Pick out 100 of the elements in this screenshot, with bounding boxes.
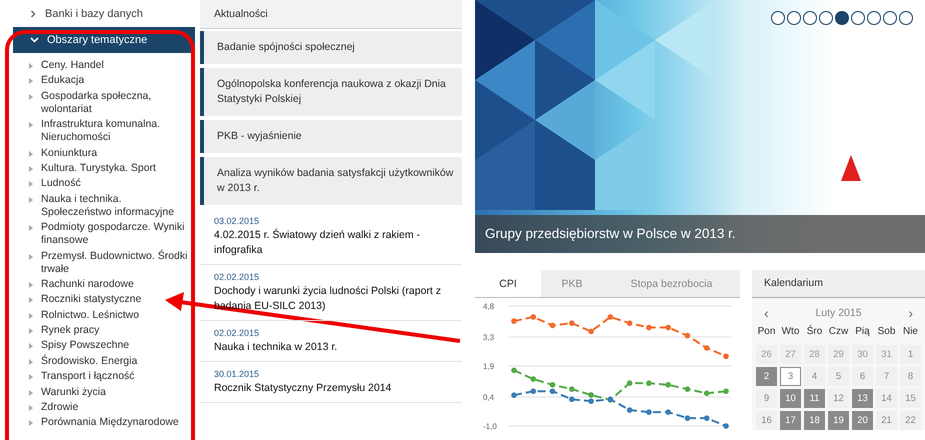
category-link[interactable]: Rolnictwo. Leśnictwo [41, 308, 140, 322]
point [608, 314, 614, 320]
slide-dot[interactable] [771, 11, 785, 25]
slide-dot[interactable] [835, 11, 849, 25]
axis-tick-label: -1,0 [483, 422, 497, 431]
category-link[interactable]: Transport i łączność [41, 370, 135, 384]
slide-caption[interactable]: Grupy przedsiębiorstw w Polsce w 2013 r. [475, 215, 925, 253]
triangle-bullet-icon [29, 420, 33, 426]
calendar-day[interactable]: 11 [804, 389, 825, 408]
chevron-down-icon [30, 36, 39, 44]
news-link[interactable]: Rocznik Statystyczny Przemysłu 2014 [214, 381, 454, 396]
category-link[interactable]: Kultura. Turystyka. Sport [41, 162, 156, 175]
category-link[interactable]: Podmioty gospodarcze. Wyniki finansowe [41, 221, 195, 248]
triangle-bullet-icon [29, 63, 33, 69]
triangle-bullet-icon [29, 94, 33, 100]
category-link[interactable]: Edukacja [41, 74, 84, 88]
calendar-day[interactable]: 2 [756, 367, 777, 386]
triangle-bullet-icon [29, 122, 33, 128]
category-link[interactable]: Rachunki narodowe [41, 278, 134, 291]
category-link[interactable]: Nauka i technika. Społeczeństwo informacyjne [41, 192, 195, 219]
category-link[interactable]: Środowisko. Energia [41, 354, 138, 368]
point [646, 409, 652, 415]
chevron-right-icon [29, 10, 37, 18]
point [550, 388, 556, 394]
triangle-bullet-icon [29, 358, 33, 365]
slide-dot[interactable] [883, 11, 897, 25]
point [684, 386, 690, 392]
slide-dot[interactable] [819, 11, 833, 25]
triangle-bullet-icon [29, 225, 33, 232]
category-link[interactable]: Porównania Międzynarodowe [41, 416, 179, 430]
calendar-day[interactable]: 13 [852, 389, 873, 408]
news-date: 03.02.2015 [214, 216, 260, 226]
point [665, 324, 671, 330]
category-link[interactable]: Przemysł. Budownictwo. Środki trwałe [41, 250, 195, 276]
category-link[interactable]: Roczniki statystyczne [41, 293, 142, 306]
point [646, 324, 652, 330]
news-link[interactable]: 4.02.2015 r. Światowy dzień walki z rakiem - infografika [214, 228, 454, 258]
point [530, 376, 536, 382]
triangle-bullet-icon [29, 374, 33, 380]
featured-news-link[interactable]: PKB - wyjaśnienie [200, 120, 462, 153]
point [511, 392, 517, 398]
calendar-day[interactable]: 19 [828, 411, 849, 430]
slide-dot[interactable] [867, 11, 881, 25]
point [530, 314, 536, 320]
next-month-button[interactable]: › [904, 305, 917, 321]
triangle-bullet-icon [29, 390, 33, 396]
point [723, 423, 729, 429]
triangle-bullet-icon [29, 166, 33, 172]
category-link[interactable]: Spisy Powszechne [41, 339, 130, 352]
weekday-label: Wto [780, 326, 800, 339]
featured-news-link[interactable]: Badanie spójności społecznej [200, 31, 462, 64]
news-header: Aktualności [200, 0, 462, 29]
point [588, 328, 594, 334]
triangle-bullet-icon [29, 254, 33, 260]
point [704, 390, 710, 396]
link-label: Banki i bazy danych [45, 8, 143, 20]
point [723, 353, 729, 360]
calendar-day[interactable]: 17 [780, 411, 801, 430]
triangle-bullet-icon [29, 312, 33, 319]
slide-dot[interactable] [899, 11, 913, 25]
weekday-label: Pią [854, 326, 871, 339]
calendar-day[interactable]: 20 [852, 411, 873, 430]
featured-news-link[interactable]: Ogólnopolska konferencja naukowa z okazji Dnia Statystyki Polskiej [200, 68, 462, 116]
calendar-header: Kalendarium [752, 270, 925, 298]
category-link[interactable]: Zdrowie [41, 401, 78, 414]
triangle-bullet-icon [29, 196, 33, 203]
arrow-up-icon [841, 155, 861, 181]
triangle-bullet-icon [29, 405, 33, 412]
category-link[interactable]: Warunki życia [41, 386, 106, 399]
slide-dot[interactable] [803, 11, 817, 25]
news-date: 02.02.2015 [214, 328, 260, 338]
axis-tick-label: 0,4 [483, 393, 494, 402]
calendar-day[interactable]: 3 [780, 367, 801, 386]
point [569, 320, 575, 326]
featured-news-link[interactable]: Analiza wyników badania satysfakcji użytkowników w 2013 r. [200, 157, 462, 205]
slide-dot[interactable] [851, 11, 865, 25]
weekday-label: Śro [806, 326, 824, 339]
point [588, 398, 594, 404]
point [588, 392, 594, 398]
point [704, 345, 710, 351]
category-link[interactable]: Ceny. Handel [41, 59, 104, 72]
point [550, 322, 556, 328]
category-link[interactable]: Koniunktura [41, 146, 98, 160]
point [723, 388, 729, 394]
point [665, 382, 671, 388]
calendar-day[interactable]: 10 [780, 389, 801, 408]
category-link[interactable]: Rynek pracy [41, 324, 100, 338]
calendar-day[interactable]: 18 [804, 411, 825, 430]
category-link[interactable]: Ludność [41, 177, 81, 190]
point [569, 396, 575, 402]
category-link[interactable]: Infrastruktura komunalna. Nieruchomości [41, 118, 195, 144]
point [569, 386, 575, 392]
news-link[interactable]: Nauka i technika w 2013 r. [214, 340, 454, 355]
weekday-label: Pon [756, 326, 776, 339]
point [684, 415, 690, 421]
triangle-bullet-icon [29, 328, 33, 334]
slide-dot[interactable] [787, 11, 801, 25]
category-link[interactable]: Gospodarka społeczna, wolontariat [41, 90, 195, 116]
sidebar-link[interactable]: Banki i bazy danych [13, 0, 195, 27]
previous-month-button[interactable]: ‹ [760, 305, 773, 321]
